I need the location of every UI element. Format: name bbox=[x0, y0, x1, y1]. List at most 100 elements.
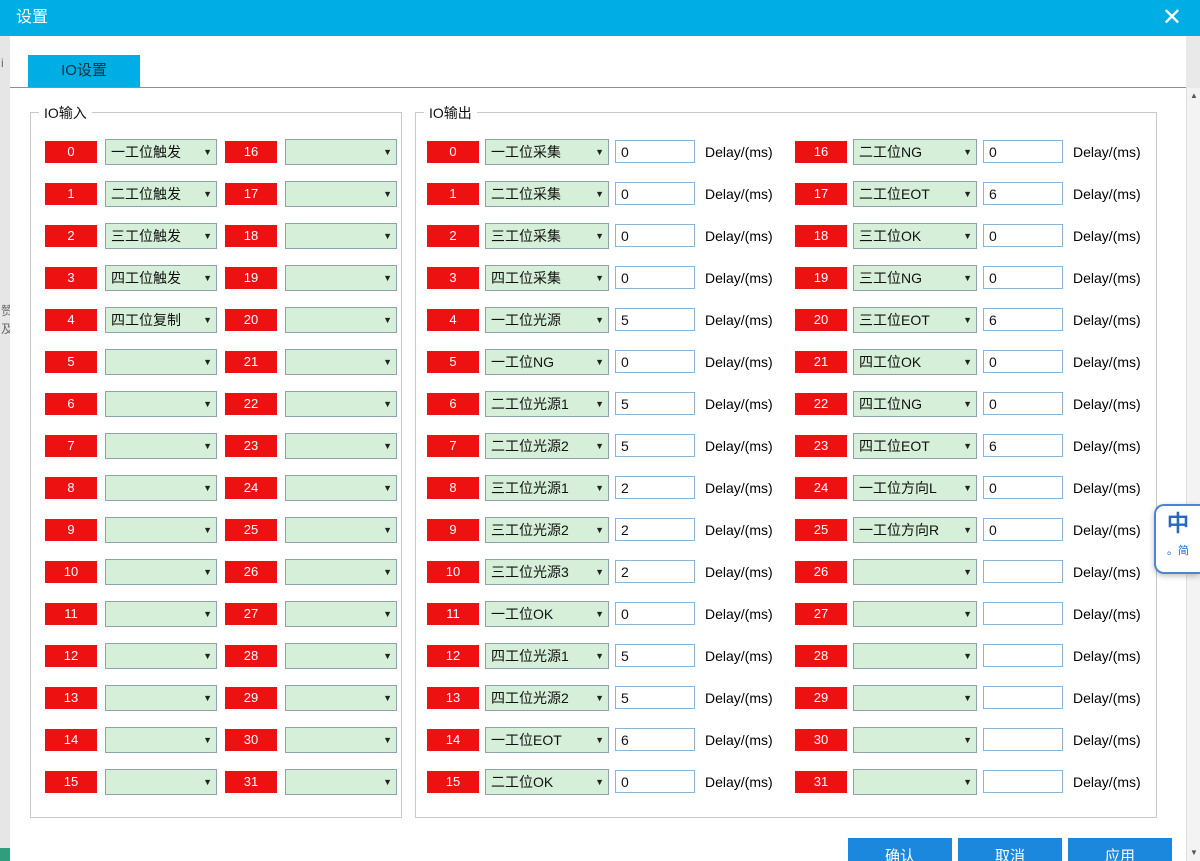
io-input-select[interactable]: 四工位复制▼ bbox=[105, 307, 217, 333]
delay-input[interactable] bbox=[615, 770, 695, 793]
delay-input[interactable] bbox=[983, 644, 1063, 667]
vertical-scrollbar[interactable]: ▲ ▼ bbox=[1186, 88, 1200, 861]
io-output-select[interactable]: 一工位NG▼ bbox=[485, 349, 609, 375]
close-icon[interactable]: ✕ bbox=[1162, 0, 1182, 36]
delay-input[interactable] bbox=[615, 266, 695, 289]
io-input-select[interactable]: ▼ bbox=[285, 559, 397, 585]
io-input-select[interactable]: 三工位触发▼ bbox=[105, 223, 217, 249]
delay-input[interactable] bbox=[615, 728, 695, 751]
io-input-select[interactable]: ▼ bbox=[105, 349, 217, 375]
io-input-select[interactable]: ▼ bbox=[285, 391, 397, 417]
delay-input[interactable] bbox=[615, 476, 695, 499]
delay-input[interactable] bbox=[983, 770, 1063, 793]
io-output-select[interactable]: ▼ bbox=[853, 559, 977, 585]
io-input-select[interactable]: ▼ bbox=[285, 265, 397, 291]
io-input-select[interactable]: 二工位触发▼ bbox=[105, 181, 217, 207]
io-output-select[interactable]: ▼ bbox=[853, 643, 977, 669]
io-output-select[interactable]: 二工位光源2▼ bbox=[485, 433, 609, 459]
io-output-select[interactable]: 一工位EOT▼ bbox=[485, 727, 609, 753]
delay-input[interactable] bbox=[615, 224, 695, 247]
confirm-button[interactable]: 确认 bbox=[848, 838, 952, 861]
io-output-select[interactable]: 四工位光源1▼ bbox=[485, 643, 609, 669]
io-output-select[interactable]: 二工位NG▼ bbox=[853, 139, 977, 165]
delay-input[interactable] bbox=[983, 224, 1063, 247]
delay-input[interactable] bbox=[615, 140, 695, 163]
io-input-select[interactable]: ▼ bbox=[105, 643, 217, 669]
io-output-select[interactable]: 二工位光源1▼ bbox=[485, 391, 609, 417]
io-input-select[interactable]: ▼ bbox=[105, 517, 217, 543]
tab-io-settings[interactable]: IO设置 bbox=[28, 55, 140, 87]
delay-input[interactable] bbox=[983, 266, 1063, 289]
io-output-select[interactable]: 四工位光源2▼ bbox=[485, 685, 609, 711]
io-input-select[interactable]: ▼ bbox=[105, 727, 217, 753]
delay-input[interactable] bbox=[983, 392, 1063, 415]
io-output-select[interactable]: 一工位光源▼ bbox=[485, 307, 609, 333]
delay-input[interactable] bbox=[615, 686, 695, 709]
delay-input[interactable] bbox=[615, 518, 695, 541]
delay-input[interactable] bbox=[983, 728, 1063, 751]
io-output-select[interactable]: 二工位采集▼ bbox=[485, 181, 609, 207]
delay-input[interactable] bbox=[615, 434, 695, 457]
io-input-select[interactable]: ▼ bbox=[105, 475, 217, 501]
io-input-select[interactable]: ▼ bbox=[285, 349, 397, 375]
delay-input[interactable] bbox=[615, 392, 695, 415]
io-input-select[interactable]: ▼ bbox=[105, 433, 217, 459]
io-input-select[interactable]: ▼ bbox=[285, 685, 397, 711]
delay-input[interactable] bbox=[615, 182, 695, 205]
delay-input[interactable] bbox=[983, 686, 1063, 709]
delay-input[interactable] bbox=[983, 182, 1063, 205]
apply-button[interactable]: 应用 bbox=[1068, 838, 1172, 861]
io-output-select[interactable]: 一工位OK▼ bbox=[485, 601, 609, 627]
io-output-select[interactable]: 三工位EOT▼ bbox=[853, 307, 977, 333]
io-input-select[interactable]: ▼ bbox=[285, 727, 397, 753]
io-input-select[interactable]: ▼ bbox=[105, 559, 217, 585]
ime-toolbar[interactable]: 中 。简 bbox=[1154, 504, 1200, 574]
io-input-select[interactable]: ▼ bbox=[285, 433, 397, 459]
io-input-select[interactable]: ▼ bbox=[105, 601, 217, 627]
io-output-select[interactable]: 二工位EOT▼ bbox=[853, 181, 977, 207]
delay-input[interactable] bbox=[983, 434, 1063, 457]
io-input-select[interactable]: ▼ bbox=[285, 517, 397, 543]
io-output-select[interactable]: ▼ bbox=[853, 727, 977, 753]
io-output-select[interactable]: 三工位NG▼ bbox=[853, 265, 977, 291]
io-output-select[interactable]: 四工位NG▼ bbox=[853, 391, 977, 417]
scroll-up-icon[interactable]: ▲ bbox=[1187, 88, 1200, 104]
scroll-down-icon[interactable]: ▼ bbox=[1187, 845, 1200, 861]
io-output-select[interactable]: 四工位EOT▼ bbox=[853, 433, 977, 459]
io-input-select[interactable]: ▼ bbox=[105, 685, 217, 711]
io-output-select[interactable]: 一工位方向R▼ bbox=[853, 517, 977, 543]
io-output-select[interactable]: 三工位采集▼ bbox=[485, 223, 609, 249]
io-input-select[interactable]: ▼ bbox=[285, 307, 397, 333]
io-output-select[interactable]: 四工位采集▼ bbox=[485, 265, 609, 291]
delay-input[interactable] bbox=[983, 518, 1063, 541]
io-input-select[interactable]: ▼ bbox=[105, 391, 217, 417]
io-output-select[interactable]: 三工位光源2▼ bbox=[485, 517, 609, 543]
io-output-select[interactable]: ▼ bbox=[853, 769, 977, 795]
delay-input[interactable] bbox=[615, 308, 695, 331]
delay-input[interactable] bbox=[615, 644, 695, 667]
io-input-select[interactable]: ▼ bbox=[285, 181, 397, 207]
io-input-select[interactable]: ▼ bbox=[285, 475, 397, 501]
io-output-select[interactable]: 三工位光源3▼ bbox=[485, 559, 609, 585]
io-output-select[interactable]: 二工位OK▼ bbox=[485, 769, 609, 795]
io-input-select[interactable]: 一工位触发▼ bbox=[105, 139, 217, 165]
delay-input[interactable] bbox=[983, 476, 1063, 499]
delay-input[interactable] bbox=[615, 560, 695, 583]
io-input-select[interactable]: ▼ bbox=[285, 223, 397, 249]
io-input-select[interactable]: 四工位触发▼ bbox=[105, 265, 217, 291]
delay-input[interactable] bbox=[983, 140, 1063, 163]
delay-input[interactable] bbox=[615, 602, 695, 625]
io-output-select[interactable]: 三工位光源1▼ bbox=[485, 475, 609, 501]
io-output-select[interactable]: ▼ bbox=[853, 601, 977, 627]
cancel-button[interactable]: 取消 bbox=[958, 838, 1062, 861]
delay-input[interactable] bbox=[983, 602, 1063, 625]
io-output-select[interactable]: 四工位OK▼ bbox=[853, 349, 977, 375]
io-output-select[interactable]: 一工位方向L▼ bbox=[853, 475, 977, 501]
io-output-select[interactable]: 三工位OK▼ bbox=[853, 223, 977, 249]
delay-input[interactable] bbox=[983, 350, 1063, 373]
io-input-select[interactable]: ▼ bbox=[285, 601, 397, 627]
delay-input[interactable] bbox=[983, 560, 1063, 583]
io-input-select[interactable]: ▼ bbox=[285, 139, 397, 165]
io-output-select[interactable]: ▼ bbox=[853, 685, 977, 711]
delay-input[interactable] bbox=[615, 350, 695, 373]
